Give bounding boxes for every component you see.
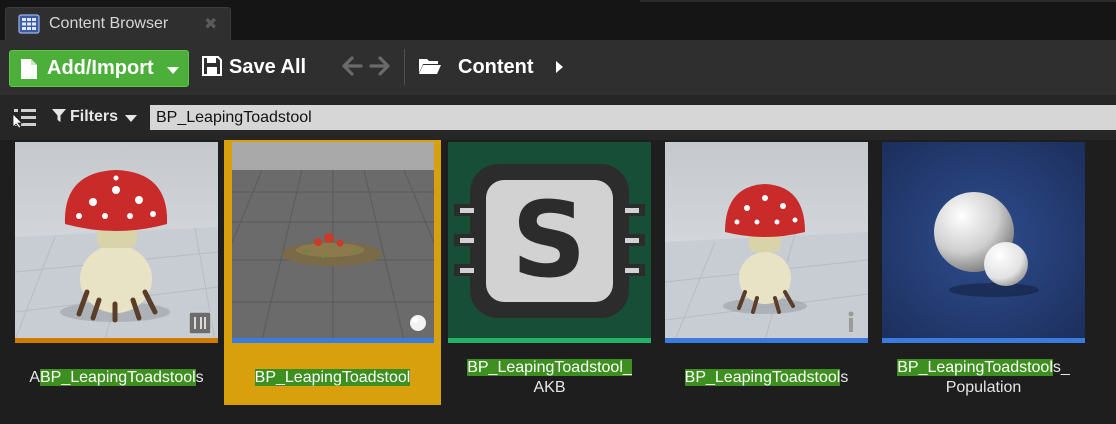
asset-label: BP_LeapingToadstool (254, 369, 411, 386)
toolbar: Add/Import Save All Content (0, 40, 1116, 95)
asset-type-strip (448, 338, 651, 343)
path-content-button[interactable]: Content (416, 50, 576, 87)
asset-type-strip (665, 338, 868, 343)
folder-open-icon (419, 59, 441, 74)
filters-label: Filters (70, 108, 119, 125)
asset-tile[interactable]: ABP_LeapingToadstools (15, 140, 218, 405)
arrow-left-icon[interactable] (341, 55, 363, 77)
chevron-right-icon[interactable] (556, 61, 563, 73)
tab-strip: Content Browser ✖ (0, 0, 1116, 40)
save-all-label: Save All (229, 56, 307, 78)
asset-thumbnail (665, 142, 868, 340)
filter-icon (52, 109, 66, 122)
tab-strip-line (640, 0, 1116, 2)
asset-thumbnail (232, 142, 434, 340)
arrow-right-icon[interactable] (369, 55, 391, 77)
svg-text:S: S (512, 179, 587, 301)
asset-label: ABP_LeapingToadstools (29, 369, 204, 386)
asset-thumbnail: S (448, 142, 651, 340)
chevron-down-icon (125, 115, 137, 122)
search-input[interactable] (150, 105, 1116, 130)
tab-content-browser[interactable]: Content Browser ✖ (5, 7, 231, 40)
asset-thumbnail (882, 142, 1085, 340)
asset-label: BP_LeapingToadstool_ AKB (467, 359, 632, 396)
asset-grid: ABP_LeapingToadstools BP_LeapingToadstoo… (0, 140, 1116, 424)
toolbar-separator (404, 49, 405, 85)
add-import-label: Add/Import (47, 57, 154, 79)
asset-label: BP_LeapingToadstools_ Population (897, 359, 1070, 396)
tab-close-icon[interactable]: ✖ (204, 14, 217, 34)
asset-type-strip (15, 338, 218, 343)
asset-type-strip (232, 338, 434, 343)
chevron-down-icon (167, 67, 179, 74)
asset-tile[interactable]: S BP_LeapingToadstool_ AKB (448, 140, 651, 405)
new-document-icon (21, 59, 37, 79)
filter-bar: Filters (0, 95, 1116, 140)
save-icon (202, 56, 222, 76)
asset-tile-selected[interactable]: BP_LeapingToadstool (224, 140, 441, 405)
filters-dropdown[interactable]: Filters (50, 106, 142, 130)
tab-title: Content Browser (49, 15, 169, 32)
asset-tile[interactable]: BP_LeapingToadstools_ Population (882, 140, 1085, 405)
path-content-label: Content (458, 56, 534, 78)
asset-label: BP_LeapingToadstools (684, 369, 849, 386)
add-import-button[interactable]: Add/Import (9, 50, 189, 87)
view-options-icon[interactable] (12, 107, 38, 129)
asset-type-strip (882, 338, 1085, 343)
content-browser-icon (18, 14, 40, 34)
asset-tile[interactable]: BP_LeapingToadstools (665, 140, 868, 405)
asset-thumbnail (15, 142, 218, 340)
save-all-button[interactable]: Save All (200, 50, 324, 87)
